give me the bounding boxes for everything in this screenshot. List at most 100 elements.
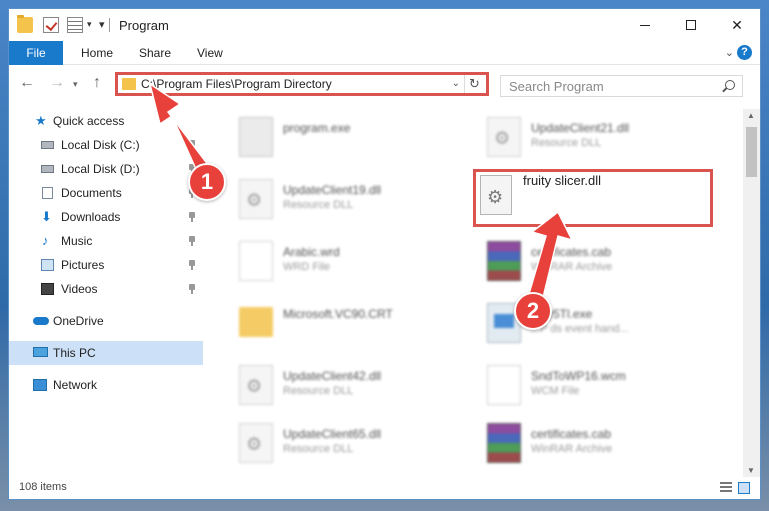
sidebar-item-local-disk-c[interactable]: Local Disk (C:)	[9, 133, 203, 157]
network-icon	[33, 379, 47, 391]
step-2-badge: 2	[514, 292, 552, 330]
pc-icon	[33, 347, 48, 357]
address-path[interactable]: C:\Program Files\Program Directory	[141, 77, 332, 91]
star-icon: ★	[35, 113, 47, 128]
tab-share[interactable]: Share	[125, 41, 185, 65]
new-folder-icon[interactable]	[67, 17, 83, 33]
sidebar-item-label: Network	[53, 378, 98, 392]
sidebar-item-label: Pictures	[61, 258, 105, 272]
maximize-icon	[686, 20, 696, 30]
file-type: Resource DLL	[283, 199, 354, 211]
pictures-icon	[41, 259, 54, 271]
file-explorer-window: ▾ ▾ Program ✕ File Home Share View ⌄ ? ←…	[8, 8, 761, 500]
winrar-archive-icon	[487, 241, 521, 281]
properties-check-icon[interactable]	[43, 17, 59, 33]
folder-icon[interactable]	[17, 15, 33, 33]
videos-icon	[41, 283, 54, 295]
disk-icon	[41, 141, 54, 149]
list-item[interactable]: certificates.cab WinRAR Archive	[457, 413, 697, 471]
folder-icon	[239, 307, 273, 337]
file-type: WRD File	[283, 261, 331, 273]
search-input[interactable]: Search Program	[500, 75, 743, 97]
pin-icon[interactable]	[189, 260, 195, 270]
pin-icon[interactable]	[189, 236, 195, 246]
close-button[interactable]: ✕	[714, 9, 760, 41]
list-item[interactable]: UpdateClient42.dll Resource DLL	[209, 355, 449, 413]
maximize-button[interactable]	[668, 9, 714, 41]
file-type: WCM File	[531, 385, 580, 397]
sidebar-item-label: Music	[61, 234, 93, 248]
sidebar-item-music[interactable]: ♪ Music	[9, 229, 203, 253]
tab-view[interactable]: View	[183, 41, 237, 65]
sidebar-item-label: Quick access	[53, 114, 125, 128]
search-icon[interactable]	[725, 80, 735, 90]
refresh-icon[interactable]: ↻	[464, 75, 484, 93]
file-name: SndToWP16.wcm	[531, 369, 626, 383]
sidebar-item-label: Downloads	[61, 210, 121, 224]
sidebar-item-label: This PC	[53, 346, 96, 360]
title-bar: ▾ ▾ Program ✕	[9, 9, 760, 41]
minimize-button[interactable]	[622, 9, 668, 41]
list-item[interactable]: program.exe	[209, 107, 449, 165]
file-name: certificates.cab	[531, 245, 612, 259]
program-file-icon	[239, 117, 273, 157]
list-item[interactable]: SndToWP16.wcm WCM File	[457, 355, 697, 413]
sidebar-item-quick-access[interactable]: ★ Quick access	[9, 109, 203, 133]
file-name: UpdateClient42.dll	[283, 369, 382, 383]
sidebar-item-label: Videos	[61, 282, 98, 296]
tab-file[interactable]: File	[9, 41, 63, 65]
sidebar-item-onedrive[interactable]: OneDrive	[9, 309, 203, 333]
file-type: Resource DLL	[283, 443, 354, 455]
step-1-badge: 1	[188, 163, 226, 201]
sidebar-item-this-pc[interactable]: This PC	[9, 341, 203, 365]
list-item[interactable]: Arabic.wrd WRD File	[209, 231, 449, 289]
vertical-scrollbar[interactable]: ▲ ▼	[743, 109, 760, 477]
list-item[interactable]: UpdateClient65.dll Resource DLL	[209, 413, 449, 471]
sidebar-item-local-disk-d[interactable]: Local Disk (D:)	[9, 157, 203, 181]
customize-quick-access-dropdown[interactable]: ▾	[87, 19, 92, 30]
details-view-icon[interactable]	[720, 482, 732, 494]
sidebar-item-network[interactable]: Network	[9, 373, 203, 397]
list-item[interactable]: UpdateClient19.dll Resource DLL	[209, 169, 449, 227]
sidebar-item-pictures[interactable]: Pictures	[9, 253, 203, 277]
scroll-up-icon[interactable]: ▲	[747, 111, 755, 120]
search-placeholder: Search Program	[509, 79, 604, 94]
status-bar: 108 items	[9, 477, 760, 499]
sidebar-item-documents[interactable]: Documents	[9, 181, 203, 205]
file-name: Arabic.wrd	[283, 245, 340, 259]
pin-icon[interactable]	[189, 284, 195, 294]
sidebar-item-videos[interactable]: Videos	[9, 277, 203, 301]
file-icon	[239, 241, 273, 281]
title-divider	[109, 18, 110, 32]
ribbon-tabs: File Home Share View ⌄ ?	[9, 41, 760, 65]
address-dropdown-icon[interactable]: ⌄	[452, 78, 460, 89]
expand-ribbon-icon[interactable]: ⌄	[725, 46, 734, 59]
disk-icon	[41, 165, 54, 173]
window-title: Program	[119, 18, 169, 33]
onedrive-icon	[33, 317, 49, 325]
file-name: UpdateClient19.dll	[283, 183, 382, 197]
tab-home[interactable]: Home	[67, 41, 127, 65]
list-item[interactable]: UpdateClient21.dll Resource DLL	[457, 107, 697, 165]
help-icon[interactable]: ?	[737, 45, 752, 60]
list-item[interactable]: certificates.cab WinRAR Archive	[457, 231, 697, 289]
address-bar[interactable]: C:\Program Files\Program Directory ⌄ ↻	[115, 72, 489, 96]
scroll-thumb[interactable]	[746, 127, 757, 177]
forward-arrow-icon[interactable]: →	[49, 74, 65, 92]
sidebar-item-label: Local Disk (C:)	[61, 138, 140, 152]
file-name: UpdateClient65.dll	[283, 427, 382, 441]
quick-access-menu-icon[interactable]: ▾	[99, 18, 105, 31]
file-icon	[487, 365, 521, 405]
item-count: 108 items	[19, 481, 67, 493]
large-icons-view-icon[interactable]	[738, 482, 750, 494]
scroll-down-icon[interactable]: ▼	[747, 466, 755, 475]
pin-icon[interactable]	[189, 140, 195, 150]
up-arrow-icon[interactable]: ↑	[93, 74, 101, 92]
recent-locations-icon[interactable]: ▾	[73, 79, 78, 90]
documents-icon	[42, 187, 53, 199]
list-item[interactable]: ...yy5Tl.exe ...P ds event hand...	[457, 293, 697, 351]
back-arrow-icon[interactable]: ←	[19, 74, 35, 92]
sidebar-item-downloads[interactable]: ⬇ Downloads	[9, 205, 203, 229]
pin-icon[interactable]	[189, 212, 195, 222]
list-item[interactable]: Microsoft.VC90.CRT	[209, 293, 449, 351]
